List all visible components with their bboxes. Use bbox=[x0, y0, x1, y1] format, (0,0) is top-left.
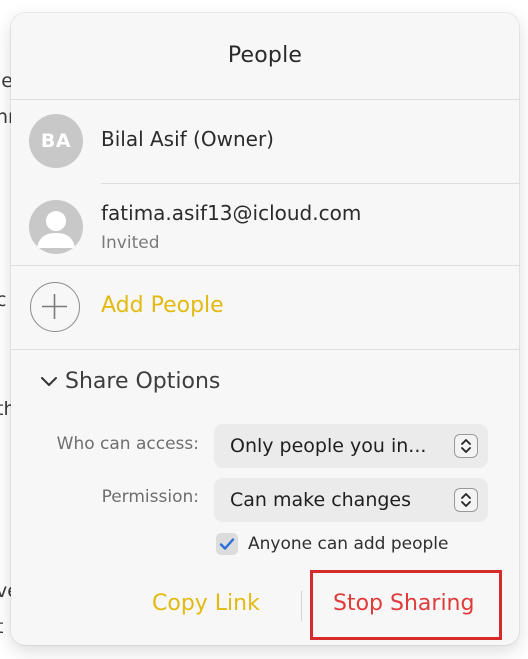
permission-label: Permission: bbox=[101, 487, 199, 507]
updown-chevron-icon bbox=[454, 488, 478, 512]
access-select[interactable]: Only people you in... bbox=[214, 424, 488, 468]
add-people-button[interactable]: Add People bbox=[101, 293, 224, 318]
divider bbox=[101, 183, 519, 184]
participant-email: fatima.asif13@icloud.com bbox=[101, 201, 362, 225]
avatar: BA bbox=[29, 114, 83, 168]
copy-link-button[interactable]: Copy Link bbox=[152, 591, 260, 616]
participant-name: Bilal Asif (Owner) bbox=[101, 127, 274, 151]
permission-select[interactable]: Can make changes bbox=[214, 478, 488, 522]
chevron-down-icon bbox=[41, 376, 57, 386]
highlight-annotation bbox=[310, 570, 502, 640]
action-divider bbox=[301, 591, 302, 621]
avatar-initials: BA bbox=[40, 130, 72, 152]
access-select-value: Only people you in... bbox=[230, 435, 427, 457]
share-options-label: Share Options bbox=[65, 369, 221, 394]
access-label: Who can access: bbox=[56, 434, 199, 454]
anyone-can-add-checkbox[interactable] bbox=[216, 533, 238, 555]
checkmark-icon bbox=[219, 538, 235, 550]
divider bbox=[11, 99, 519, 100]
divider bbox=[11, 265, 519, 266]
person-silhouette-icon bbox=[37, 211, 75, 248]
people-popover: People BA Bilal Asif (Owner) fatima.asif… bbox=[11, 13, 519, 645]
anyone-can-add-option[interactable]: Anyone can add people bbox=[216, 533, 448, 555]
invite-status: Invited bbox=[101, 233, 160, 253]
avatar bbox=[29, 200, 83, 254]
anyone-can-add-label: Anyone can add people bbox=[248, 534, 449, 554]
add-people-icon[interactable] bbox=[30, 282, 80, 332]
updown-chevron-icon bbox=[454, 434, 478, 458]
permission-select-value: Can make changes bbox=[230, 489, 412, 511]
plus-icon bbox=[42, 294, 67, 319]
dialog-title: People bbox=[227, 43, 303, 68]
divider bbox=[11, 349, 519, 350]
share-options-toggle[interactable]: Share Options bbox=[39, 369, 220, 394]
